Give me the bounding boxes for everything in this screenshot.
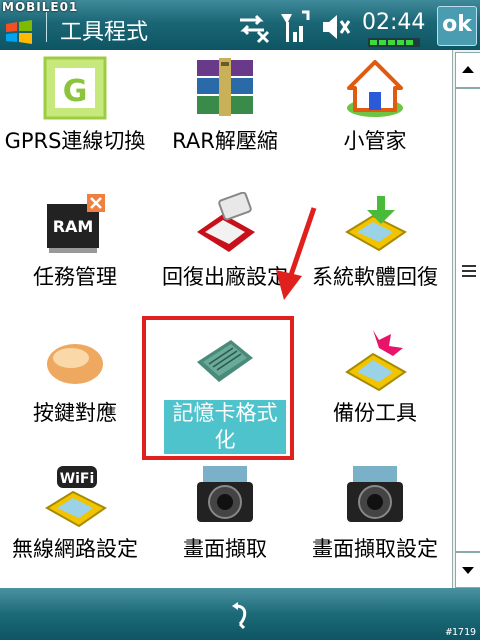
svg-text:G: G: [63, 74, 88, 109]
arrow-up-icon: [462, 66, 474, 73]
grip-line: [462, 270, 476, 272]
svg-text:WiFi: WiFi: [60, 471, 95, 487]
grip-line: [462, 275, 476, 277]
item-label: GPRS連線切換: [4, 129, 146, 153]
signal-icon[interactable]: [278, 10, 310, 44]
grip-line: [462, 265, 476, 267]
item-backup[interactable]: 備份工具: [300, 322, 450, 456]
picture-id: #1719: [445, 627, 476, 638]
item-label: 系統軟體回復: [312, 265, 438, 289]
battery-icon: [368, 38, 420, 47]
svg-text:RAM: RAM: [53, 217, 94, 236]
wifi-icon: WiFi: [45, 466, 107, 528]
camera-settings-icon: [347, 466, 403, 522]
item-rar[interactable]: RAR解壓縮: [150, 50, 300, 184]
windows-start-icon[interactable]: [4, 18, 34, 46]
item-task-manager[interactable]: RAM 任務管理: [0, 186, 150, 320]
back-arrow-icon[interactable]: [222, 598, 258, 630]
item-wifi[interactable]: WiFi 無線網路設定: [0, 458, 150, 588]
item-system-restore[interactable]: 系統軟體回復: [300, 186, 450, 320]
item-label: 任務管理: [33, 265, 117, 289]
camera-icon: [197, 466, 253, 522]
item-button-map[interactable]: 按鍵對應: [0, 322, 150, 456]
item-gprs[interactable]: G GPRS連線切換: [0, 50, 150, 184]
window-title: 工具程式: [60, 20, 149, 45]
home-icon: [347, 60, 403, 117]
item-label: 畫面擷取設定: [312, 537, 438, 561]
title-separator: [46, 12, 47, 42]
item-label: 畫面擷取: [183, 537, 267, 561]
arrow-down-icon: [462, 567, 474, 574]
button-map-icon: [47, 344, 103, 384]
gprs-icon: G: [43, 56, 107, 120]
scroll-thumb[interactable]: [455, 88, 480, 552]
speaker-muted-icon[interactable]: [320, 10, 352, 44]
ram-icon: RAM: [47, 194, 105, 253]
factory-reset-icon: [197, 192, 255, 252]
scroll-down-button[interactable]: [455, 552, 480, 588]
system-restore-icon: [345, 196, 407, 252]
item-screen-capture-settings[interactable]: 畫面擷取設定: [300, 458, 450, 588]
vertical-scrollbar[interactable]: [452, 50, 480, 588]
item-factory-reset[interactable]: 回復出廠設定: [150, 186, 300, 320]
item-home[interactable]: 小管家: [300, 50, 450, 184]
title-bar: MOBILE01 工具程式 02:44 ok: [0, 0, 480, 50]
item-label: 小管家: [343, 129, 407, 153]
clock[interactable]: 02:44: [362, 10, 425, 35]
scroll-up-button[interactable]: [455, 52, 480, 88]
item-label: 回復出廠設定: [162, 265, 288, 289]
connectivity-arrows-icon[interactable]: [236, 10, 272, 44]
rar-icon: [197, 58, 253, 116]
highlight-box: [142, 316, 294, 460]
item-label: 備份工具: [333, 401, 417, 425]
item-label: 無線網路設定: [12, 537, 138, 561]
item-label: 按鍵對應: [33, 401, 117, 425]
item-screen-capture[interactable]: 畫面擷取: [150, 458, 300, 588]
backup-icon: [345, 330, 407, 392]
item-label: RAR解壓縮: [172, 129, 278, 153]
ok-button[interactable]: ok: [437, 6, 477, 46]
